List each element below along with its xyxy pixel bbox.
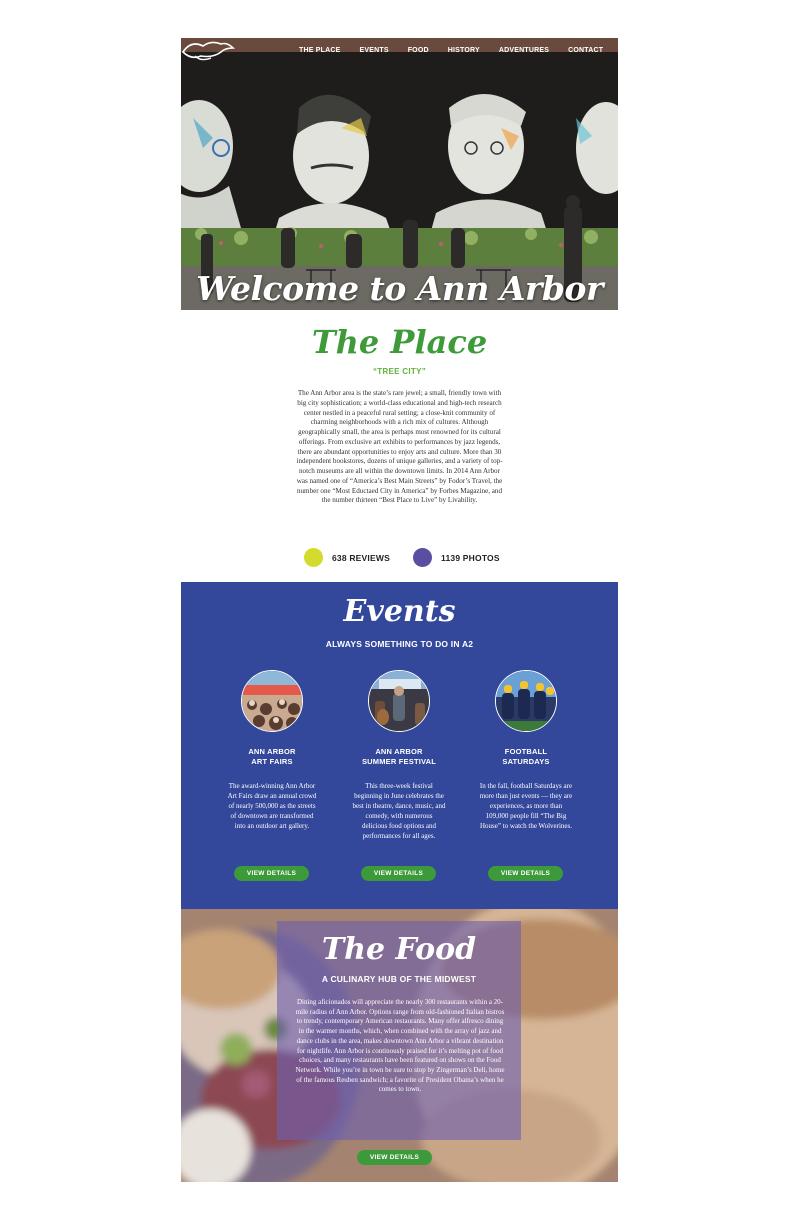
view-details-button[interactable]: VIEW DETAILS [234, 866, 309, 881]
photos-dot-icon [413, 548, 432, 567]
event-name-line2: ART FAIRS [251, 757, 293, 766]
nav-item-food[interactable]: FOOD [408, 47, 429, 54]
place-title: The Place [311, 323, 488, 361]
food-section: The Food A CULINARY HUB OF THE MIDWEST D… [181, 909, 618, 1182]
event-name: FOOTBALL SATURDAYS [471, 747, 581, 767]
food-subtitle: A CULINARY HUB OF THE MIDWEST [321, 974, 477, 984]
event-name: ANN ARBOR ART FAIRS [217, 747, 327, 767]
event-name: ANN ARBOR SUMMER FESTIVAL [344, 747, 454, 767]
event-description: In the fall, football Saturdays are more… [479, 782, 573, 830]
event-photo-football-saturdays [495, 670, 557, 732]
event-description: The award-winning Ann Arbor Art Fairs dr… [227, 782, 317, 830]
event-name-line1: ANN ARBOR [375, 747, 423, 756]
reviews-stat[interactable]: 638 REVIEWS [304, 548, 390, 567]
hero-section: THE PLACE EVENTS FOOD HISTORY ADVENTURES… [181, 38, 618, 310]
top-navigation: THE PLACE EVENTS FOOD HISTORY ADVENTURES… [181, 38, 618, 66]
event-card-summer-festival: ANN ARBOR SUMMER FESTIVAL This three-wee… [344, 670, 454, 881]
food-description: Dining aficionados will appreciate the n… [295, 998, 505, 1094]
food-view-details-button[interactable]: VIEW DETAILS [357, 1150, 432, 1165]
event-photo-art-fairs [241, 670, 303, 732]
nav-item-events[interactable]: EVENTS [359, 47, 388, 54]
event-name-line2: SATURDAYS [502, 757, 550, 766]
reviews-dot-icon [304, 548, 323, 567]
event-photo-summer-festival [368, 670, 430, 732]
event-description: This three-week festival beginning in Ju… [352, 782, 446, 840]
food-overlay-panel: The Food A CULINARY HUB OF THE MIDWEST D… [277, 921, 521, 1140]
nav-item-the-place[interactable]: THE PLACE [299, 47, 340, 54]
nav-item-contact[interactable]: CONTACT [568, 47, 603, 54]
photos-stat[interactable]: 1139 PHOTOS [413, 548, 500, 567]
view-details-button[interactable]: VIEW DETAILS [488, 866, 563, 881]
event-name-line1: FOOTBALL [504, 747, 548, 756]
event-name-line2: SUMMER FESTIVAL [361, 757, 437, 766]
place-section: The Place “TREE CITY” The Ann Arbor area… [181, 310, 618, 582]
food-title: The Food [321, 932, 477, 967]
event-card-football-saturdays: FOOTBALL SATURDAYS In the fall, football… [471, 670, 581, 881]
photos-count: 1139 PHOTOS [441, 552, 500, 563]
events-section: Events ALWAYS SOMETHING TO DO IN A2 ANN … [181, 582, 618, 909]
place-description: The Ann Arbor area is the state’s rare j… [296, 389, 503, 505]
nav-item-adventures[interactable]: ADVENTURES [499, 47, 549, 54]
events-title: Events [343, 594, 456, 629]
hero-title: Welcome to Ann Arbor [196, 269, 603, 308]
events-subtitle: ALWAYS SOMETHING TO DO IN A2 [325, 639, 474, 649]
event-name-line1: ANN ARBOR [248, 747, 296, 756]
nav-item-history[interactable]: HISTORY [448, 47, 480, 54]
bird-logo-icon[interactable] [181, 38, 235, 64]
place-subtitle: “TREE CITY” [372, 367, 427, 376]
reviews-count: 638 REVIEWS [332, 552, 390, 563]
view-details-button[interactable]: VIEW DETAILS [361, 866, 436, 881]
event-card-art-fairs: ANN ARBOR ART FAIRS The award-winning An… [217, 670, 327, 881]
page: THE PLACE EVENTS FOOD HISTORY ADVENTURES… [181, 38, 618, 1182]
